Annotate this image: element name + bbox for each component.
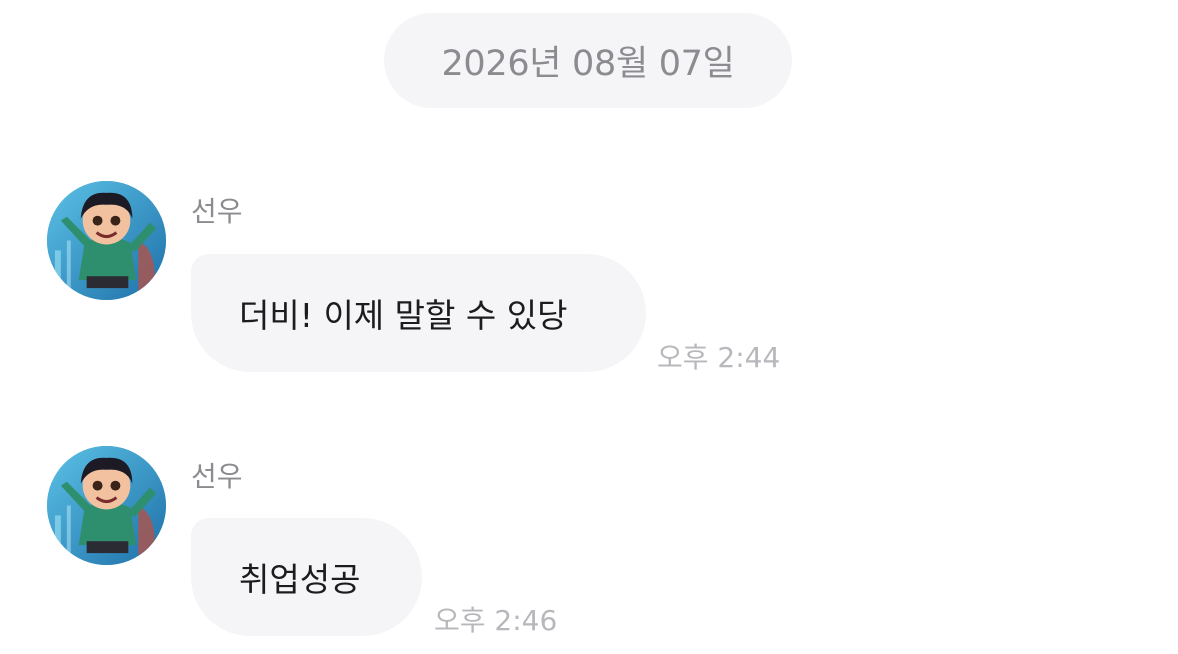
message-time: 오후 2:46 [434,604,558,637]
message-time: 오후 2:44 [657,341,781,374]
girl-character-avatar-icon [47,181,166,300]
message-text: 더비! 이제 말할 수 있당 [239,296,568,335]
date-divider: 2026년 08월 07일 [384,13,792,108]
sender-avatar[interactable] [47,181,166,300]
sender-name: 선우 [191,460,243,493]
message-bubble[interactable]: 더비! 이제 말할 수 있당 [191,254,646,372]
message-text: 취업성공 [239,560,361,599]
message-bubble[interactable]: 취업성공 [191,518,422,636]
girl-character-avatar-icon [47,446,166,565]
sender-avatar[interactable] [47,446,166,565]
sender-name: 선우 [191,195,243,228]
date-divider-label: 2026년 08월 07일 [441,44,735,84]
